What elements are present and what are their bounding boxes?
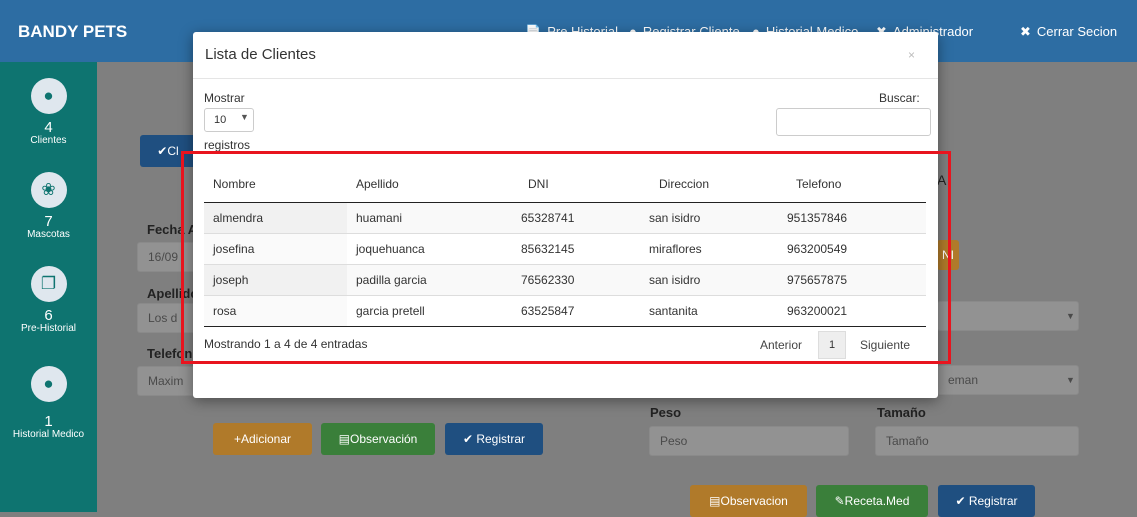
registrar2-button[interactable]: ✔ Registrar: [938, 485, 1035, 517]
check-icon: ✔: [157, 144, 168, 158]
modal-divider: [193, 78, 938, 79]
close-icon: ✖: [1020, 24, 1031, 39]
copy-icon: ❐: [30, 266, 67, 302]
brand-title[interactable]: BANDY PETS: [18, 22, 127, 42]
tamano-field[interactable]: Tamaño: [875, 426, 1079, 456]
close-icon[interactable]: ×: [908, 48, 915, 62]
length-label: Mostrar: [204, 91, 245, 105]
sidebar: ● 4 Clientes ❀ 7 Mascotas ❐ 6 Pre-Histor…: [0, 62, 97, 512]
chevron-down-icon: ▼: [1066, 375, 1075, 385]
search-label: Buscar:: [879, 91, 920, 105]
receta-button[interactable]: ✎Receta.Med: [816, 485, 928, 517]
button-label: Adicionar: [240, 432, 292, 446]
document-icon: ▤: [709, 494, 721, 508]
telefono-field[interactable]: Maxim: [137, 366, 197, 396]
tamano-label: Tamaño: [877, 405, 926, 420]
raza-value: eman: [948, 373, 979, 387]
chevron-down-icon: ▼: [240, 112, 249, 122]
highlight-box: [181, 151, 951, 364]
length-suffix: registros: [204, 138, 251, 152]
button-label: Observacion: [720, 494, 788, 508]
sidebar-item-clientes[interactable]: ● 4 Clientes: [0, 78, 97, 147]
plus-icon: +: [233, 432, 241, 446]
nav-cerrar-secion[interactable]: ✖ Cerrar Secion: [1020, 24, 1117, 40]
sidebar-count: 1: [44, 413, 53, 430]
modal-title: Lista de Clientes: [205, 46, 316, 63]
user-icon: ●: [30, 78, 67, 114]
sidebar-count: 4: [44, 119, 53, 136]
adicionar-button[interactable]: +Adicionar: [213, 423, 312, 455]
raza-select[interactable]: eman ▼: [937, 365, 1079, 395]
check-icon: ✔: [462, 432, 477, 446]
sidebar-count: 7: [44, 213, 53, 230]
peso-label: Peso: [650, 405, 682, 420]
peso-field[interactable]: Peso: [649, 426, 849, 456]
button-label: Registrar: [476, 432, 526, 446]
sidebar-item-historial-medico[interactable]: ● 1 Historial Medico: [0, 366, 97, 441]
sidebar-item-mascotas[interactable]: ❀ 7 Mascotas: [0, 172, 97, 241]
pencil-icon: ✎: [834, 494, 845, 508]
select-field[interactable]: ▼: [937, 301, 1079, 331]
chevron-down-icon: ▼: [1066, 311, 1075, 321]
paw-icon: ❀: [30, 172, 67, 208]
check-icon: ✔: [955, 494, 969, 508]
observacion2-button[interactable]: ▤Observacion: [690, 485, 807, 517]
sidebar-label: Clientes: [30, 135, 67, 146]
sidebar-count: 6: [44, 307, 53, 324]
button-label: Registrar: [968, 494, 1018, 508]
button-label: Cl: [167, 144, 179, 158]
document-icon: ▤: [338, 432, 350, 446]
sidebar-label: Mascotas: [27, 229, 70, 240]
registrar-button[interactable]: ✔ Registrar: [445, 423, 543, 455]
nav-label: Cerrar Secion: [1036, 24, 1118, 39]
button-label: Observación: [349, 432, 418, 446]
search-input[interactable]: [776, 108, 931, 136]
sidebar-label: Pre-Historial: [20, 323, 76, 334]
button-label: Receta.Med: [844, 494, 910, 508]
sidebar-item-pre-historial[interactable]: ❐ 6 Pre-Historial: [0, 266, 97, 335]
observacion-button[interactable]: ▤Observación: [321, 423, 435, 455]
user-medical-icon: ●: [30, 366, 67, 402]
sidebar-label: Historial Medico: [12, 429, 85, 440]
